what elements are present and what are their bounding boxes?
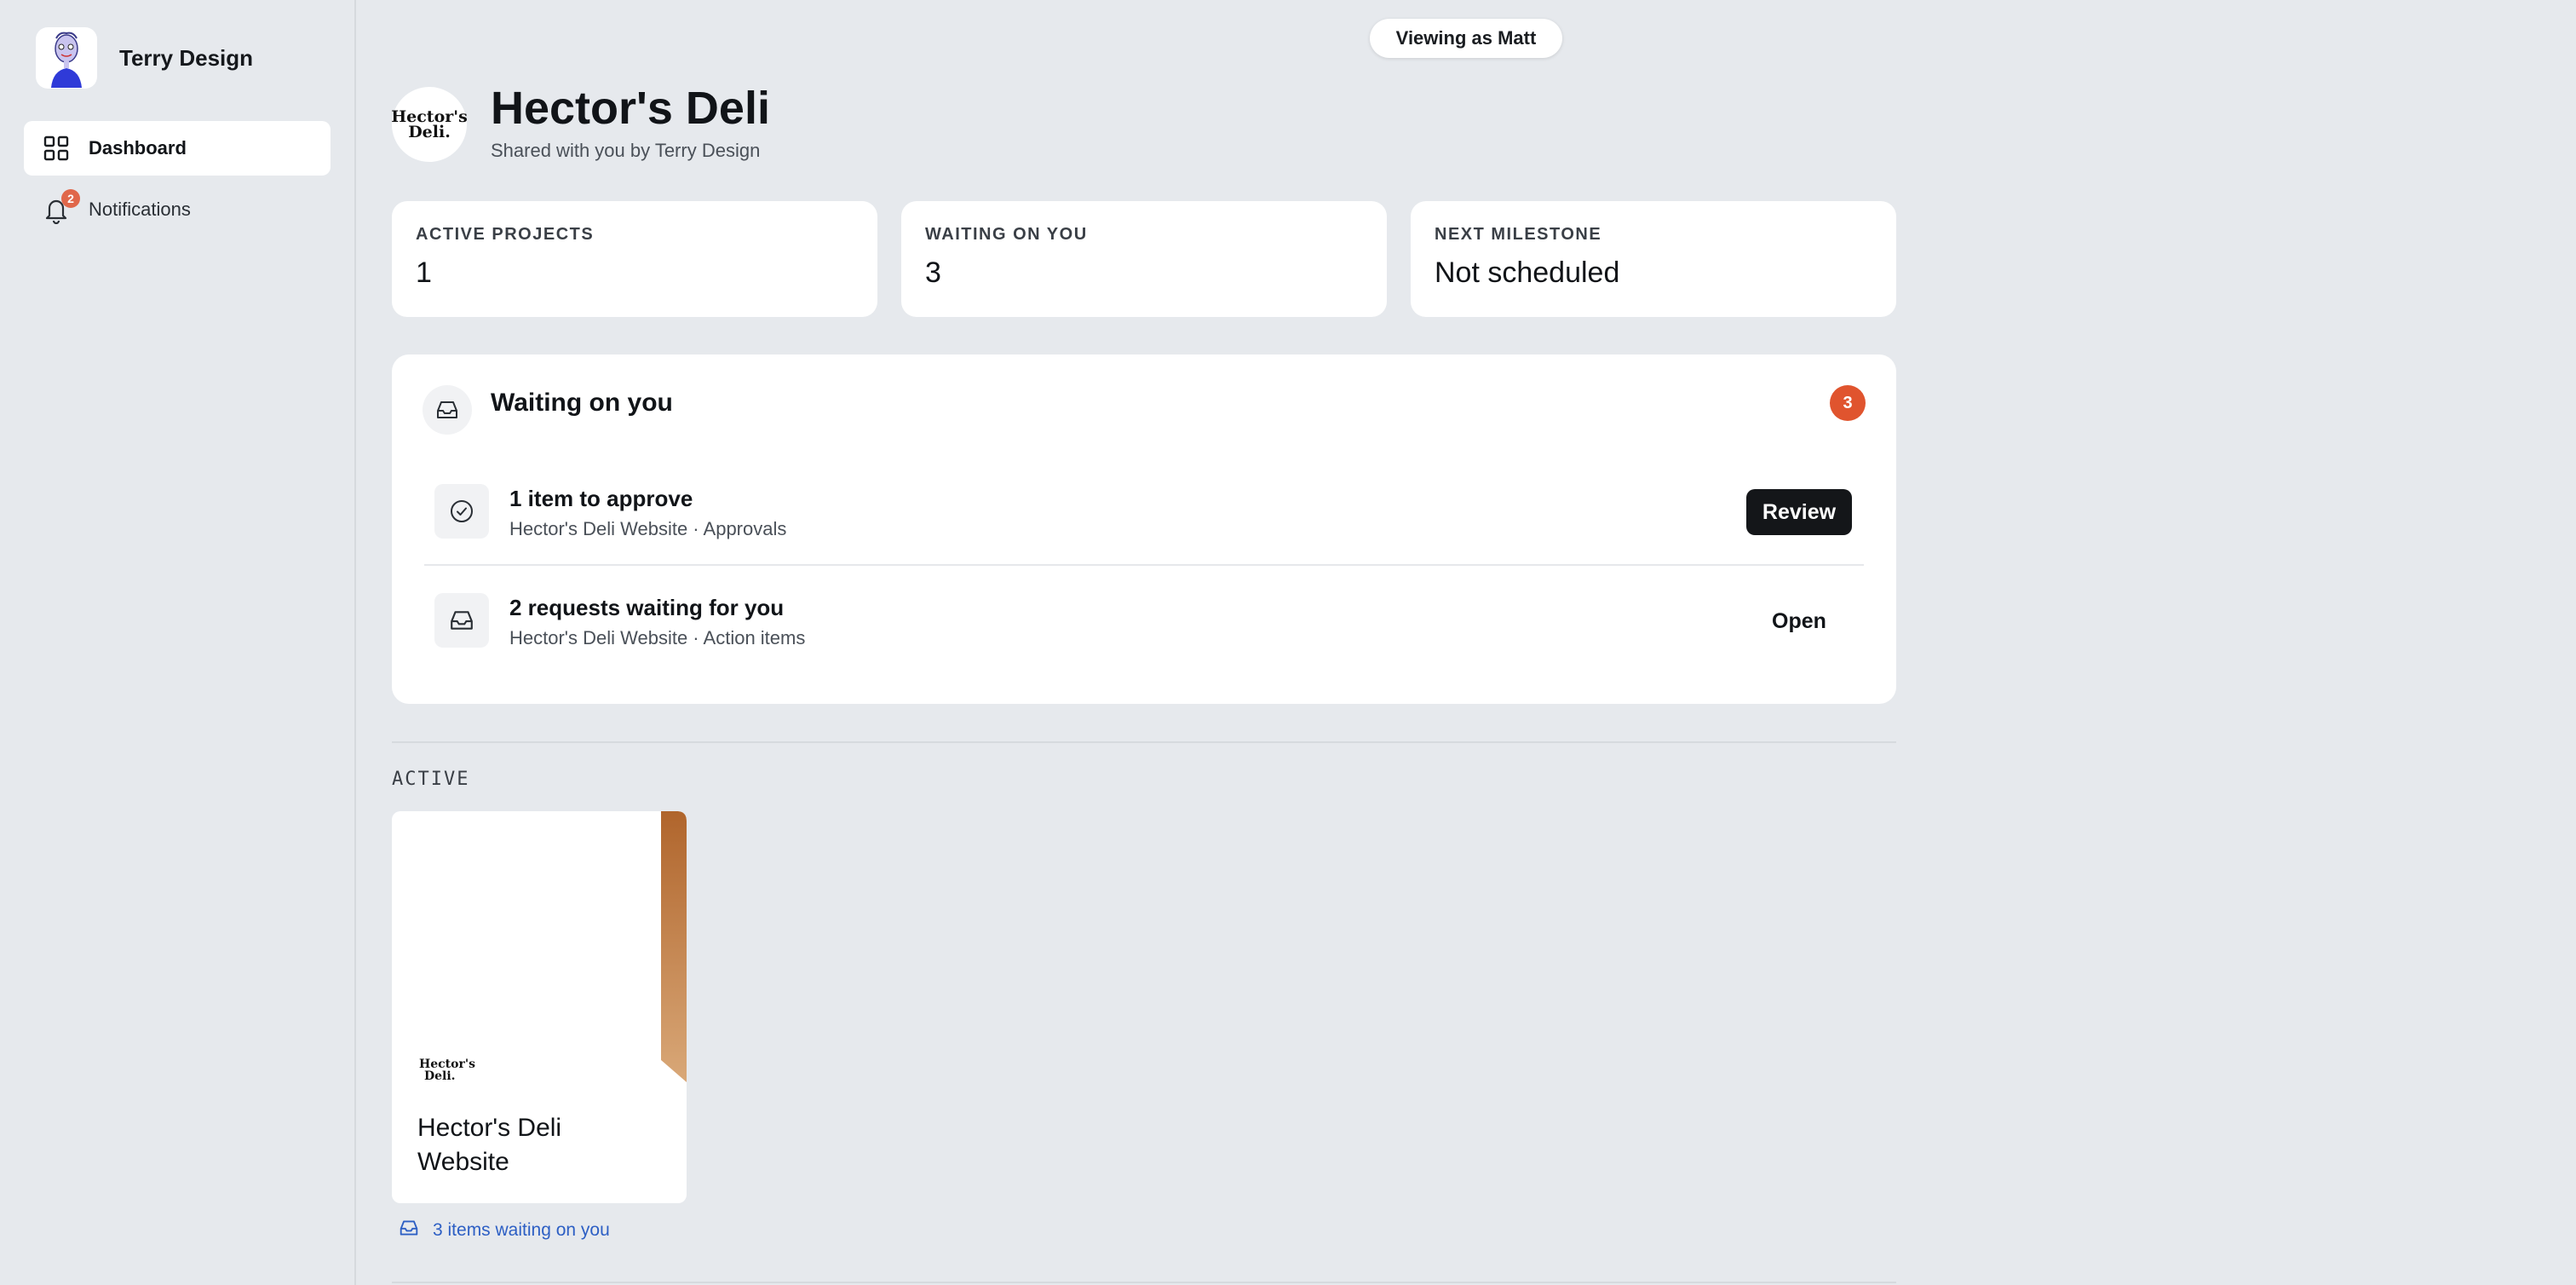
brand-avatar [36, 27, 97, 89]
project-logo: Hector's Deli. [419, 1058, 475, 1082]
project-card[interactable]: Hector's Deli. Hector's Deli Website [392, 811, 687, 1203]
stat-card-active-projects: ACTIVE PROJECTS 1 [392, 201, 877, 317]
stat-value: 1 [416, 256, 432, 289]
sidebar-item-dashboard[interactable]: Dashboard [24, 121, 331, 176]
project-name: Hector's Deli Website [417, 1114, 562, 1176]
inbox-icon [399, 1219, 419, 1242]
viewing-as-pill[interactable]: Viewing as Matt [1370, 19, 1562, 58]
check-circle-icon [434, 484, 489, 539]
open-button[interactable]: Open [1746, 598, 1852, 644]
waiting-row-approvals[interactable]: 1 item to approve Hector's Deli Website … [424, 458, 1864, 566]
project-waiting-link[interactable]: 3 items waiting on you [399, 1219, 610, 1242]
stat-value: Not scheduled [1435, 256, 1620, 289]
page-title: Hector's Deli [491, 83, 770, 134]
waiting-row-subtitle: Hector's Deli Website · Action items [509, 627, 806, 648]
page-subtitle: Shared with you by Terry Design [491, 140, 761, 161]
stat-label: NEXT MILESTONE [1435, 225, 1602, 244]
bell-icon: 2 [41, 189, 80, 225]
inbox-icon [423, 385, 472, 435]
active-section-label: ACTIVE [392, 769, 470, 790]
sidebar-item-label: Notifications [89, 199, 191, 220]
waiting-row-action-items[interactable]: 2 requests waiting for you Hector's Deli… [424, 568, 1864, 675]
waiting-on-you-card: Waiting on you 3 1 item to approve Hecto… [392, 354, 1896, 704]
waiting-row-title: 2 requests waiting for you [509, 595, 785, 620]
sidebar-item-notifications[interactable]: 2 Notifications [24, 182, 331, 237]
section-divider [392, 741, 1896, 743]
stat-label: ACTIVE PROJECTS [416, 225, 595, 244]
project-accent-strip [661, 811, 687, 1082]
waiting-card-title: Waiting on you [491, 389, 673, 417]
section-divider [392, 1282, 1896, 1283]
project-waiting-text: 3 items waiting on you [433, 1220, 610, 1240]
grid-icon [41, 133, 72, 164]
project-logo-line1: Hector's [419, 1057, 476, 1071]
stat-card-waiting-on-you: WAITING ON YOU 3 [901, 201, 1387, 317]
client-logo-line2: Deli. [408, 123, 451, 141]
inbox-icon [434, 593, 489, 648]
stat-value: 3 [925, 256, 941, 289]
review-button[interactable]: Review [1746, 489, 1852, 535]
notification-count-badge: 2 [61, 189, 80, 208]
waiting-row-subtitle: Hector's Deli Website · Approvals [509, 518, 787, 539]
brand[interactable]: Terry Design [36, 27, 253, 89]
sidebar-item-label: Dashboard [89, 137, 187, 158]
client-logo: Hector's Deli. [391, 87, 468, 162]
waiting-row-title: 1 item to approve [509, 486, 693, 511]
brand-name: Terry Design [119, 44, 254, 71]
waiting-count-badge: 3 [1830, 385, 1866, 421]
stat-label: WAITING ON YOU [925, 225, 1088, 244]
sidebar: Terry Design Dashboard 2 Notifications [0, 0, 356, 1285]
project-logo-line2: Deli. [424, 1069, 456, 1083]
stat-card-next-milestone: NEXT MILESTONE Not scheduled [1411, 201, 1896, 317]
